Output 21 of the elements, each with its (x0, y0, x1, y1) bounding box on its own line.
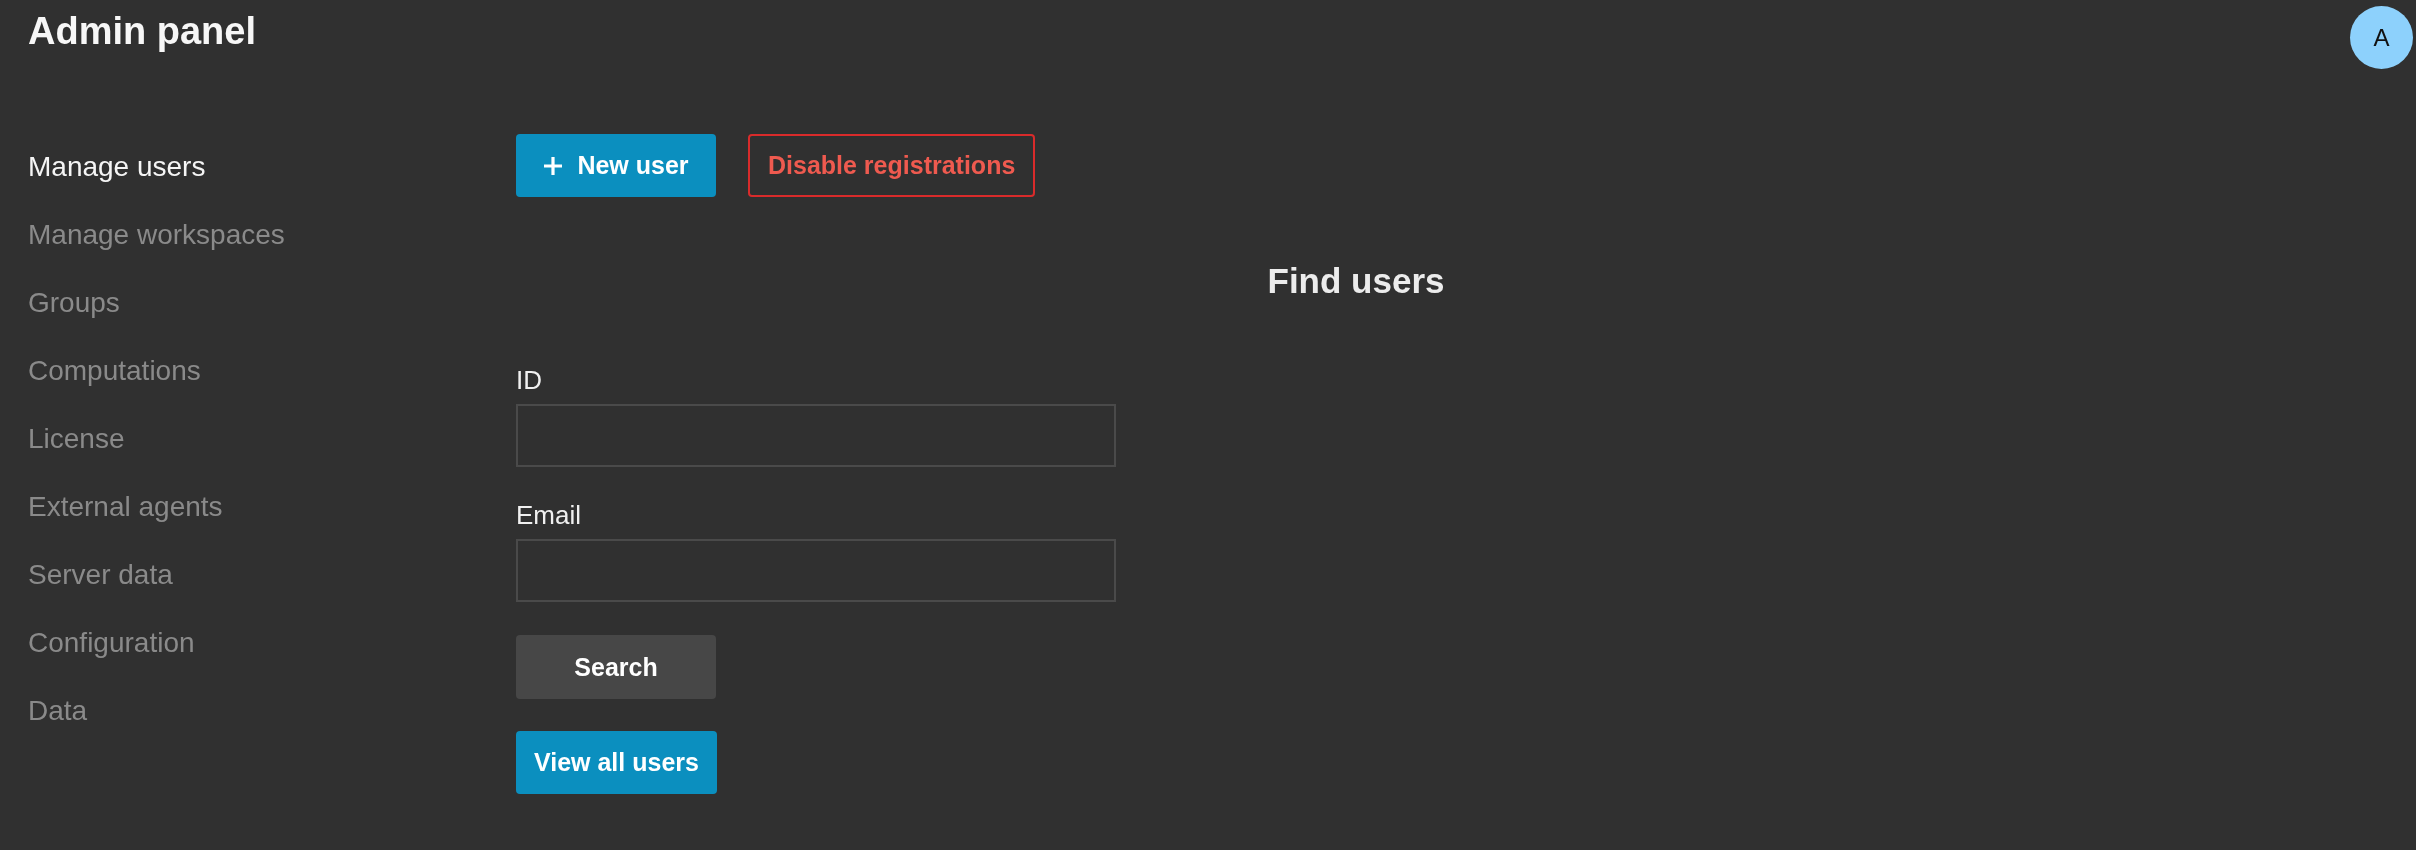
sidebar-item[interactable]: License (28, 405, 125, 473)
disable-button[interactable]: Disable registrations (748, 134, 1036, 197)
user-avatar[interactable]: A (2350, 6, 2413, 69)
page-title: Admin panel (28, 9, 257, 53)
text-field[interactable] (516, 539, 1116, 602)
section-heading: Find users (1267, 260, 1445, 302)
sidebar-item[interactable]: External agents (28, 473, 223, 541)
field-label: Email (516, 499, 581, 531)
sidebar-item[interactable]: Server data (28, 541, 173, 609)
sidebar-item[interactable]: Manage users (28, 133, 206, 201)
sidebar-item[interactable]: Configuration (28, 609, 195, 677)
sidebar-item[interactable]: Data (28, 677, 88, 745)
plus-icon (543, 155, 564, 176)
new-user-button[interactable]: New user (516, 134, 716, 197)
sidebar-item[interactable]: Manage workspaces (28, 201, 285, 269)
search-button[interactable]: Search (516, 635, 716, 699)
sidebar-item[interactable]: Groups (28, 269, 120, 337)
field-label: ID (516, 364, 542, 396)
view-all-button[interactable]: View all users (516, 731, 717, 794)
sidebar-item[interactable]: Computations (28, 337, 201, 405)
text-field[interactable] (516, 404, 1116, 467)
